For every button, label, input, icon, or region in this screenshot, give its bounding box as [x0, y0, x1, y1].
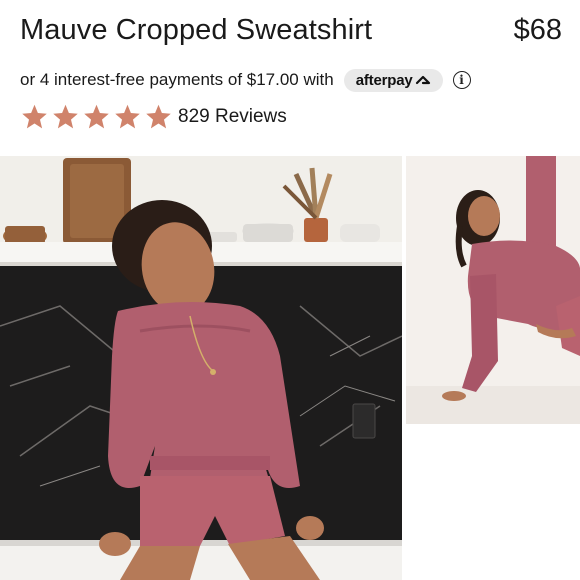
payment-row: or 4 interest-free payments of $17.00 wi… [20, 67, 471, 93]
main-photo-illustration [0, 156, 402, 580]
main-product-photo[interactable] [0, 156, 402, 580]
star-icon [146, 104, 171, 129]
info-icon[interactable]: i [452, 71, 471, 89]
afterpay-arrows-icon [415, 75, 430, 85]
product-price: $68 [513, 14, 562, 46]
star-rating[interactable]: 829 Reviews [20, 103, 287, 131]
star-icon [115, 104, 140, 129]
installment-text: or 4 interest-free payments of $17.00 wi… [20, 70, 334, 89]
star-icon [53, 104, 78, 129]
reviews-count[interactable]: 829 Reviews [178, 106, 287, 128]
afterpay-label: afterpay [355, 71, 413, 89]
product-title: Mauve Cropped Sweatshirt [20, 14, 373, 46]
star-icon [84, 104, 109, 129]
side-product-photo[interactable] [406, 156, 580, 424]
star-icon [22, 104, 47, 129]
side-photo-illustration [406, 156, 580, 424]
afterpay-badge[interactable]: afterpay [343, 68, 443, 92]
